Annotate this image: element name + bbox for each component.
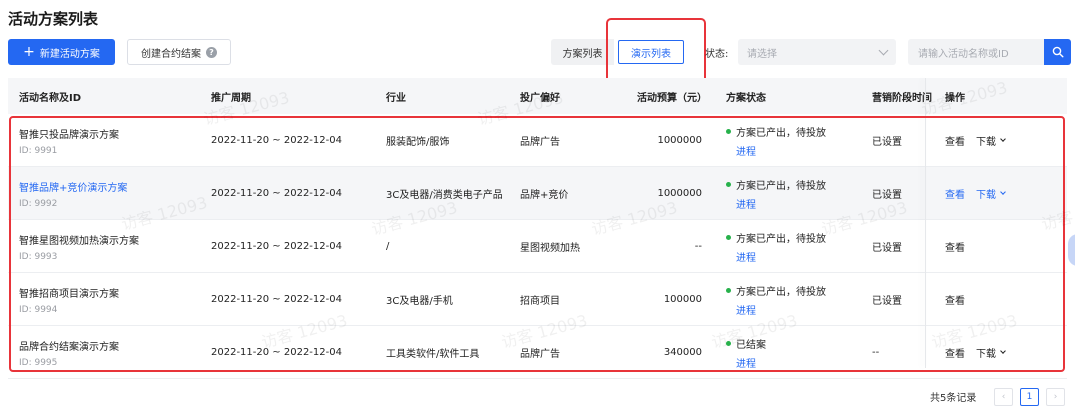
col-header-status: 方案状态 xyxy=(726,92,766,104)
search-placeholder: 请输入活动名称或ID xyxy=(918,48,1009,60)
create-contract-button[interactable]: 创建合约结案 ? xyxy=(127,39,231,65)
highlight-box-tab xyxy=(606,18,706,86)
pagination-total: 共5条记录 xyxy=(930,393,977,404)
search-button[interactable] xyxy=(1044,39,1071,65)
search-input[interactable]: 请输入活动名称或ID xyxy=(908,39,1044,65)
col-header-period: 推广周期 xyxy=(211,92,251,104)
tab-plan-list[interactable]: 方案列表 xyxy=(551,39,614,65)
table-header: 活动名称及ID 推广周期 行业 投广偏好 活动预算（元） 方案状态 营销阶段时间… xyxy=(8,78,1067,114)
col-header-industry: 行业 xyxy=(386,92,406,104)
chevron-down-icon xyxy=(878,45,889,56)
pagination-next-button[interactable]: › xyxy=(1046,388,1065,406)
create-contract-label: 创建合约结案 xyxy=(141,48,201,60)
status-filter-label: 状态: xyxy=(705,49,729,60)
side-float-button[interactable] xyxy=(1068,234,1075,266)
pagination-prev-button[interactable]: ‹ xyxy=(994,388,1013,406)
col-header-preference: 投广偏好 xyxy=(520,92,560,104)
col-header-name: 活动名称及ID xyxy=(19,92,82,104)
new-plan-label: 新建活动方案 xyxy=(39,48,100,60)
col-header-ops: 操作 xyxy=(945,92,965,104)
page-title: 活动方案列表 xyxy=(8,10,99,28)
search-icon xyxy=(1052,46,1064,58)
col-header-budget: 活动预算（元） xyxy=(637,92,707,104)
highlight-box-table xyxy=(9,116,1065,372)
status-select[interactable]: 请选择 xyxy=(738,39,896,65)
status-select-placeholder: 请选择 xyxy=(747,48,777,60)
new-plan-button[interactable]: + 新建活动方案 xyxy=(8,39,115,65)
pagination-page-1[interactable]: 1 xyxy=(1020,388,1039,406)
help-icon[interactable]: ? xyxy=(206,46,217,58)
col-header-stage: 营销阶段时间 xyxy=(872,92,932,104)
plus-icon: + xyxy=(23,44,35,60)
